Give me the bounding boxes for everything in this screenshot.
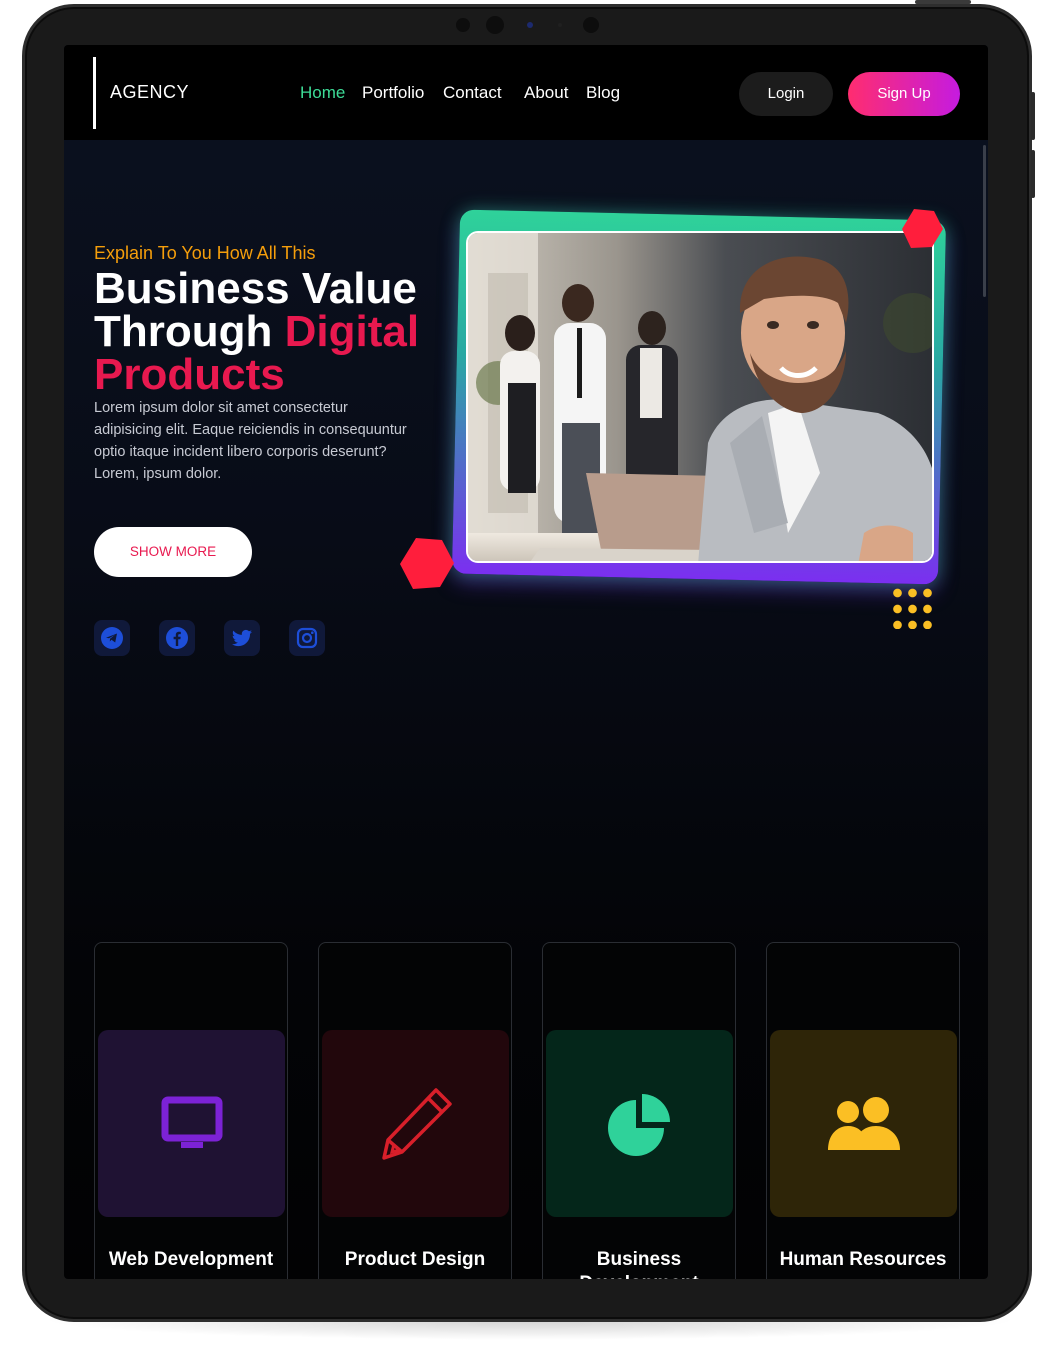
- hero-title: Business Value Through Digital Products: [94, 264, 454, 399]
- nav-link-about[interactable]: About: [524, 83, 568, 103]
- navbar: AGENCY Home Portfolio Contact About Blog…: [64, 45, 988, 140]
- nav-link-portfolio[interactable]: Portfolio: [362, 83, 424, 103]
- signup-button[interactable]: Sign Up: [848, 72, 960, 116]
- nav-link-blog[interactable]: Blog: [586, 83, 620, 103]
- pencil-icon: [381, 1087, 452, 1160]
- hexagon-decoration-bottom: [400, 538, 454, 589]
- volume-up-button: [1031, 92, 1035, 140]
- service-card-human-resources[interactable]: Human Resources: [766, 942, 960, 1279]
- login-button[interactable]: Login: [739, 72, 833, 116]
- service-icon-box: [546, 1030, 733, 1217]
- brand-logo[interactable]: AGENCY: [110, 82, 189, 103]
- hero-description: Lorem ipsum dolor sit amet consectetur a…: [94, 400, 407, 482]
- service-card-product-design[interactable]: Product Design: [318, 942, 512, 1279]
- service-icon-box: [770, 1030, 957, 1217]
- pie-chart-icon: [607, 1093, 670, 1156]
- service-card-web-development[interactable]: Web Development: [94, 942, 288, 1279]
- face-sensor: [583, 17, 599, 33]
- hero-title-accent-products: Products: [94, 350, 285, 399]
- nav-link-home[interactable]: Home: [300, 83, 345, 103]
- service-title: Product Design: [344, 1249, 486, 1270]
- camera-lens: [486, 16, 504, 34]
- show-more-button[interactable]: SHOW MORE: [94, 527, 252, 577]
- facebook-icon[interactable]: [159, 620, 195, 656]
- nav-link-contact[interactable]: Contact: [443, 83, 502, 103]
- service-title: Business Development: [579, 1249, 698, 1279]
- service-title: Web Development: [108, 1249, 274, 1270]
- telegram-icon[interactable]: [94, 620, 130, 656]
- camera-indicator: [527, 22, 533, 28]
- sensor-dot: [456, 18, 470, 32]
- service-icon-box: [98, 1030, 285, 1217]
- app-screen: AGENCY Home Portfolio Contact About Blog…: [64, 45, 988, 1279]
- ambient-sensor: [558, 23, 562, 27]
- hero-eyebrow: Explain To You How All This: [94, 243, 316, 263]
- hexagon-decoration-top: [902, 209, 943, 248]
- office-photo-illustration: [468, 233, 932, 561]
- hero-photo: [466, 231, 934, 563]
- hero-title-accent-digital: Digital: [284, 307, 420, 356]
- service-card-business-development[interactable]: Business Development: [542, 942, 736, 1279]
- dot-grid-decoration: [890, 585, 934, 629]
- users-icon: [827, 1096, 900, 1150]
- service-icon-box: [322, 1030, 509, 1217]
- monitor-icon: [161, 1096, 222, 1148]
- brand-divider: [93, 57, 96, 129]
- volume-down-button: [1031, 150, 1035, 198]
- scrollbar-thumb[interactable]: [983, 145, 986, 297]
- hero-title-line2: Through: [94, 307, 285, 356]
- hero-title-line1: Business Value: [94, 264, 417, 313]
- service-title: Human Resources: [779, 1249, 947, 1270]
- twitter-icon[interactable]: [224, 620, 260, 656]
- instagram-icon[interactable]: [289, 620, 325, 656]
